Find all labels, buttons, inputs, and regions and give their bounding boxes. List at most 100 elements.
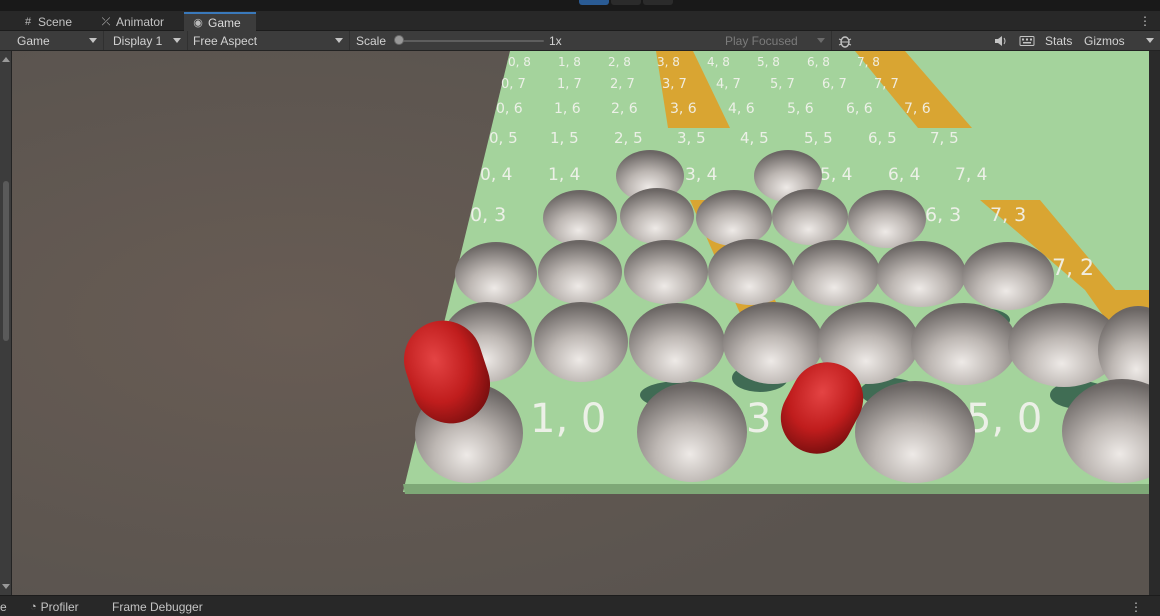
grid-label: 6, 3	[925, 204, 961, 226]
scale-slider-track[interactable]	[396, 40, 544, 42]
play-button[interactable]	[579, 0, 609, 5]
grid-label: 4, 8	[707, 55, 730, 69]
grid-label: 0, 6	[496, 101, 523, 117]
sphere	[792, 240, 880, 306]
game-view-toolbar: Game Display 1 Free Aspect Scale 1x Play…	[0, 31, 1160, 51]
grid-label: 3, 4	[685, 165, 717, 185]
tab-profiler[interactable]: ◔ Profiler	[30, 598, 79, 616]
tab-game[interactable]: ◉ Game	[184, 12, 256, 31]
right-edge	[1149, 51, 1160, 595]
grid-label: 3, 8	[657, 55, 680, 69]
bottom-tab-bar: e ◔ Profiler Frame Debugger ⋮	[0, 595, 1160, 616]
sphere	[962, 242, 1054, 310]
display-value: Display 1	[113, 33, 163, 48]
grid-label: 6, 7	[822, 77, 847, 92]
keyboard-icon[interactable]	[1018, 33, 1036, 49]
grid-label: 6, 8	[807, 55, 830, 69]
display-dropdown[interactable]: Display 1	[108, 31, 188, 50]
grid-label: 1, 7	[557, 77, 582, 92]
grid-label: 5, 0	[966, 396, 1042, 442]
aspect-dropdown[interactable]: Free Aspect	[188, 31, 350, 50]
grid-label: 0, 5	[489, 129, 518, 147]
sphere	[876, 241, 966, 307]
grid-label: 7, 8	[857, 55, 880, 69]
grid-label: 7, 7	[874, 77, 899, 92]
grid-label: 1, 0	[530, 396, 606, 442]
grid-label: 4, 7	[716, 77, 741, 92]
scale-value: 1x	[549, 33, 562, 48]
grid-icon: #	[24, 15, 32, 28]
sphere	[629, 303, 725, 383]
grid-label: 0, 3	[470, 204, 506, 226]
sphere	[772, 189, 848, 245]
grid-label: 2, 7	[610, 77, 635, 92]
sphere	[637, 382, 747, 482]
more-options-icon[interactable]: ⋮	[1138, 14, 1152, 28]
step-button[interactable]	[643, 0, 673, 5]
chevron-down-icon	[173, 38, 181, 43]
grid-label: 6, 6	[846, 101, 873, 117]
grid-label: 3, 5	[677, 129, 706, 147]
grid-label: 1, 6	[554, 101, 581, 117]
title-bar-strip	[0, 0, 1160, 11]
grid-label: 3, 7	[662, 77, 687, 92]
grid-label: 7, 4	[955, 165, 987, 185]
aspect-value: Free Aspect	[193, 33, 258, 48]
grid-label: 5, 5	[804, 129, 833, 147]
grid-label: 4, 5	[740, 129, 769, 147]
stats-button[interactable]: Stats	[1040, 31, 1080, 50]
sphere	[624, 240, 708, 304]
more-options-icon[interactable]: ⋮	[1130, 598, 1142, 616]
grid-label: 2, 8	[608, 55, 631, 69]
chevron-down-icon	[1146, 38, 1154, 43]
sphere	[620, 188, 694, 244]
profiler-icon: ◔	[30, 601, 37, 613]
game-viewport[interactable]: 0, 8 1, 8 2, 8 3, 8 4, 8 5, 8 6, 8 7, 8 0, 7 1, 7…	[12, 51, 1149, 595]
grid-label: 3, 6	[670, 101, 697, 117]
left-scrollbar[interactable]	[0, 51, 12, 595]
grid-label: 7, 3	[990, 204, 1026, 226]
sphere	[455, 242, 537, 306]
grid-label: 2, 6	[611, 101, 638, 117]
play-mode-dropdown[interactable]: Play Focused	[720, 31, 832, 50]
grid-label: 7, 5	[930, 129, 959, 147]
tab-frame-debugger[interactable]: Frame Debugger	[112, 598, 203, 616]
grid-label: 6, 5	[868, 129, 897, 147]
sphere	[696, 190, 772, 246]
grid-label: 6, 4	[888, 165, 920, 185]
scroll-down-icon[interactable]	[2, 584, 10, 589]
sphere	[708, 239, 794, 305]
unity-editor: # Scene ⤫ Animator ◉ Game ⋮ Game Display…	[0, 0, 1160, 616]
pause-button[interactable]	[611, 0, 641, 5]
game-scene-render: 0, 8 1, 8 2, 8 3, 8 4, 8 5, 8 6, 8 7, 8 0, 7 1, 7…	[12, 51, 1149, 595]
scroll-up-icon[interactable]	[2, 57, 10, 62]
grid-label: 2, 5	[614, 129, 643, 147]
grid-label: 5, 8	[757, 55, 780, 69]
tab-scene[interactable]: # Scene	[14, 12, 80, 31]
grid-label: 7, 6	[904, 101, 931, 117]
gizmos-dropdown[interactable]: Gizmos	[1079, 31, 1160, 50]
sphere	[538, 240, 622, 304]
sphere	[855, 381, 975, 483]
audio-mute-icon[interactable]	[992, 33, 1010, 49]
gamepad-icon: ◉	[193, 16, 203, 29]
tab-animator-label: Animator	[116, 14, 165, 29]
grid-label: 1, 8	[558, 55, 581, 69]
display-mode-dropdown[interactable]: Game	[12, 31, 104, 50]
editor-tab-bar: # Scene ⤫ Animator ◉ Game ⋮	[0, 11, 1160, 31]
scrollbar-thumb[interactable]	[3, 181, 9, 341]
grid-label: 5, 6	[787, 101, 814, 117]
play-mode-value: Play Focused	[725, 33, 798, 48]
chevron-down-icon	[89, 38, 97, 43]
tab-animator[interactable]: ⤫ Animator	[92, 12, 172, 31]
scale-label: Scale	[356, 33, 387, 48]
bug-icon[interactable]	[836, 33, 854, 49]
grid-label: 1, 4	[548, 165, 580, 185]
tab-scene-label: Scene	[38, 14, 73, 29]
chevron-down-icon	[335, 38, 343, 43]
scale-slider-handle[interactable]	[394, 35, 404, 45]
grid-label: 4, 6	[728, 101, 755, 117]
tab-partial[interactable]: e	[0, 598, 7, 616]
grid-label: 5, 4	[820, 165, 852, 185]
sphere	[848, 190, 926, 248]
